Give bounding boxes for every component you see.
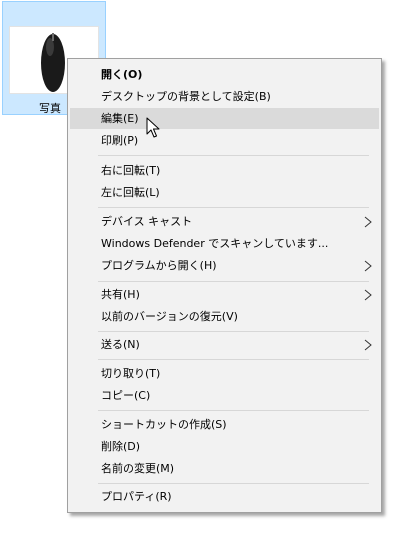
menu-item-create-shortcut[interactable]: ショートカットの作成(S): [70, 414, 379, 435]
menu-separator: [98, 207, 369, 208]
chevron-right-icon: [364, 289, 372, 301]
menu-item-label: 編集(E): [101, 112, 139, 125]
menu-item-label: 左に回転(L): [101, 186, 160, 199]
menu-item-send-to[interactable]: 送る(N): [70, 334, 379, 355]
menu-item-cast-to-device[interactable]: デバイス キャスト: [70, 211, 379, 232]
menu-item-label: プログラムから開く(H): [101, 259, 217, 272]
menu-item-restore-previous-versions[interactable]: 以前のバージョンの復元(V): [70, 306, 379, 327]
menu-item-label: 印刷(P): [101, 134, 139, 147]
menu-item-label: 名前の変更(M): [101, 462, 175, 475]
menu-item-delete[interactable]: 削除(D): [70, 436, 379, 457]
menu-item-open-with[interactable]: プログラムから開く(H): [70, 255, 379, 276]
chevron-right-icon: [364, 216, 372, 228]
menu-item-label: Windows Defender でスキャンしています...: [101, 237, 329, 250]
menu-item-label: デバイス キャスト: [101, 215, 193, 228]
menu-item-properties[interactable]: プロパティ(R): [70, 486, 379, 507]
menu-separator: [98, 331, 369, 332]
menu-item-rotate-left[interactable]: 左に回転(L): [70, 182, 379, 203]
chevron-right-icon: [364, 339, 372, 351]
menu-item-label: 削除(D): [101, 440, 141, 453]
mouse-pointer-icon: [146, 117, 160, 138]
menu-item-label: 以前のバージョンの復元(V): [101, 310, 238, 323]
menu-item-label: デスクトップの背景として設定(B): [101, 90, 271, 103]
menu-item-scan-defender[interactable]: Windows Defender でスキャンしています...: [70, 233, 379, 254]
menu-item-label: 送る(N): [101, 338, 140, 351]
menu-item-label: ショートカットの作成(S): [101, 418, 227, 431]
menu-item-rename[interactable]: 名前の変更(M): [70, 458, 379, 479]
chevron-right-icon: [364, 260, 372, 272]
menu-item-set-desktop-background[interactable]: デスクトップの背景として設定(B): [70, 86, 379, 107]
menu-separator: [98, 483, 369, 484]
menu-separator: [98, 410, 369, 411]
menu-item-label: 切り取り(T): [101, 367, 161, 380]
menu-item-label: 右に回転(T): [101, 164, 161, 177]
menu-item-copy[interactable]: コピー(C): [70, 385, 379, 406]
menu-item-rotate-right[interactable]: 右に回転(T): [70, 160, 379, 181]
menu-item-label: コピー(C): [101, 389, 151, 402]
menu-item-open[interactable]: 開く(O): [70, 64, 379, 85]
file-name-label: 写真: [39, 102, 61, 115]
menu-item-edit[interactable]: 編集(E): [70, 108, 379, 129]
menu-item-print[interactable]: 印刷(P): [70, 130, 379, 151]
menu-separator: [98, 281, 369, 282]
menu-item-cut[interactable]: 切り取り(T): [70, 363, 379, 384]
menu-item-label: 共有(H): [101, 288, 140, 301]
menu-separator: [98, 359, 369, 360]
context-menu: 開く(O) デスクトップの背景として設定(B) 編集(E) 印刷(P) 右に回転…: [67, 58, 382, 513]
menu-item-label: 開く(O): [101, 68, 143, 81]
menu-item-share[interactable]: 共有(H): [70, 284, 379, 305]
menu-item-label: プロパティ(R): [101, 490, 172, 503]
menu-separator: [98, 155, 369, 156]
